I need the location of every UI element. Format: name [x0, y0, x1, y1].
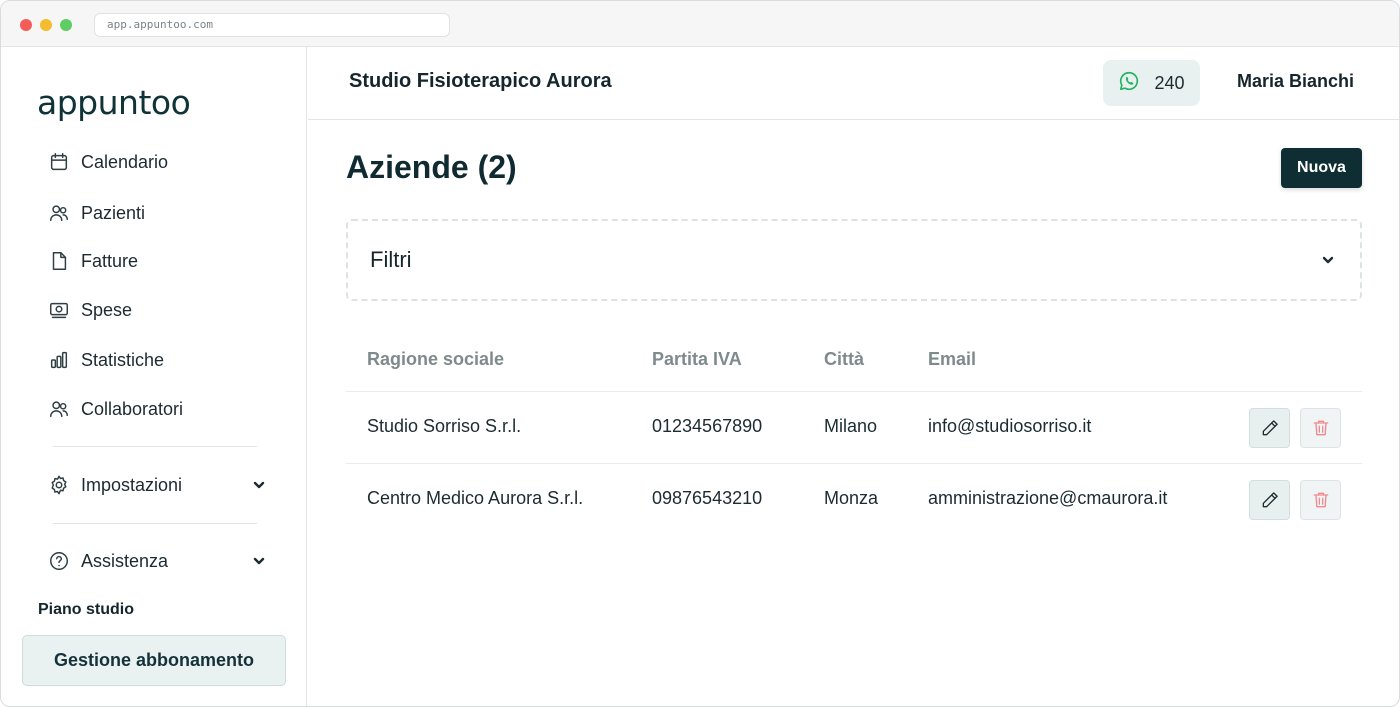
app-window: app.appuntoo.com appuntoo Calendario Paz… — [0, 0, 1400, 707]
help-circle-icon — [47, 549, 71, 573]
sidebar-item-spese[interactable]: Spese — [47, 295, 132, 325]
sidebar-item-collaboratori[interactable]: Collaboratori — [47, 394, 183, 424]
bar-chart-icon — [47, 348, 71, 372]
sidebar-item-label: Calendario — [81, 151, 169, 172]
cell-email: amministrazione@cmaurora.it — [928, 488, 1168, 508]
sidebar-item-calendario[interactable]: Calendario — [47, 147, 168, 177]
cell-ragione-sociale: Studio Sorriso S.r.l. — [367, 416, 522, 436]
cell-partita-iva: 09876543210 — [652, 488, 763, 508]
maximize-window-dot[interactable] — [60, 19, 72, 31]
sidebar-item-assistenza[interactable]: Assistenza — [47, 546, 267, 576]
sidebar-item-label: Pazienti — [81, 202, 146, 223]
trash-icon — [1313, 420, 1328, 436]
sidebar-item-label: Assistenza — [81, 550, 169, 571]
sidebar-divider — [53, 523, 257, 524]
column-header-citta[interactable]: Città — [824, 349, 864, 370]
sidebar-item-pazienti[interactable]: Pazienti — [47, 198, 145, 228]
edit-button[interactable] — [1249, 408, 1290, 448]
sidebar-item-label: Impostazioni — [81, 474, 183, 495]
manage-subscription-button[interactable]: Gestione abbonamento — [22, 635, 286, 686]
filters-panel[interactable]: Filtri — [346, 219, 1362, 301]
column-header-ragione-sociale[interactable]: Ragione sociale — [367, 349, 504, 370]
whatsapp-icon — [1118, 70, 1140, 97]
pencil-icon — [1262, 420, 1278, 436]
sidebar-item-fatture[interactable]: Fatture — [47, 246, 138, 276]
column-header-partita-iva[interactable]: Partita IVA — [652, 349, 742, 370]
cell-ragione-sociale: Centro Medico Aurora S.r.l. — [367, 488, 584, 508]
table-row[interactable]: Studio Sorriso S.r.l. 01234567890 Milano… — [346, 391, 1362, 463]
top-header: Studio Fisioterapico Aurora 240 Maria Bi… — [308, 47, 1399, 120]
page-title: Aziende (2) — [346, 149, 517, 185]
delete-button[interactable] — [1300, 480, 1341, 520]
sidebar-divider — [53, 446, 257, 447]
edit-button[interactable] — [1249, 480, 1290, 520]
banknote-icon — [47, 298, 71, 322]
chevron-down-icon[interactable] — [251, 553, 267, 569]
delete-button[interactable] — [1300, 408, 1341, 448]
studio-name: Studio Fisioterapico Aurora — [349, 70, 612, 92]
column-header-email[interactable]: Email — [928, 349, 976, 370]
sidebar-item-label: Fatture — [81, 250, 139, 271]
app-logo[interactable]: appuntoo — [37, 83, 191, 122]
sidebar-item-label: Statistiche — [81, 349, 165, 370]
document-icon — [47, 249, 71, 273]
new-company-button[interactable]: Nuova — [1281, 148, 1362, 188]
sidebar-item-label: Collaboratori — [81, 398, 184, 419]
sidebar: appuntoo Calendario Pazienti Fatture Spe… — [1, 47, 307, 706]
trash-icon — [1313, 492, 1328, 508]
chevron-down-icon[interactable] — [1320, 252, 1336, 268]
minimize-window-dot[interactable] — [40, 19, 52, 31]
users-icon — [47, 397, 71, 421]
cell-citta: Monza — [824, 488, 879, 508]
address-bar[interactable]: app.appuntoo.com — [94, 13, 450, 37]
plan-label: Piano studio — [38, 601, 134, 618]
browser-chrome: app.appuntoo.com — [1, 1, 1399, 47]
pencil-icon — [1262, 492, 1278, 508]
cell-partita-iva: 01234567890 — [652, 416, 763, 436]
calendar-icon — [47, 150, 71, 174]
filters-label: Filtri — [370, 247, 412, 272]
chevron-down-icon[interactable] — [251, 477, 267, 493]
table-row[interactable]: Centro Medico Aurora S.r.l. 09876543210 … — [346, 463, 1362, 535]
close-window-dot[interactable] — [20, 19, 32, 31]
whatsapp-credits-badge[interactable]: 240 — [1103, 60, 1200, 106]
cell-citta: Milano — [824, 416, 878, 436]
gear-icon — [47, 473, 71, 497]
whatsapp-credits-count: 240 — [1154, 72, 1185, 93]
sidebar-item-statistiche[interactable]: Statistiche — [47, 345, 164, 375]
user-menu[interactable]: Maria Bianchi — [1237, 71, 1354, 92]
sidebar-item-label: Spese — [81, 299, 133, 320]
sidebar-item-impostazioni[interactable]: Impostazioni — [47, 470, 267, 500]
users-icon — [47, 201, 71, 225]
cell-email: info@studiosorriso.it — [928, 416, 1092, 436]
